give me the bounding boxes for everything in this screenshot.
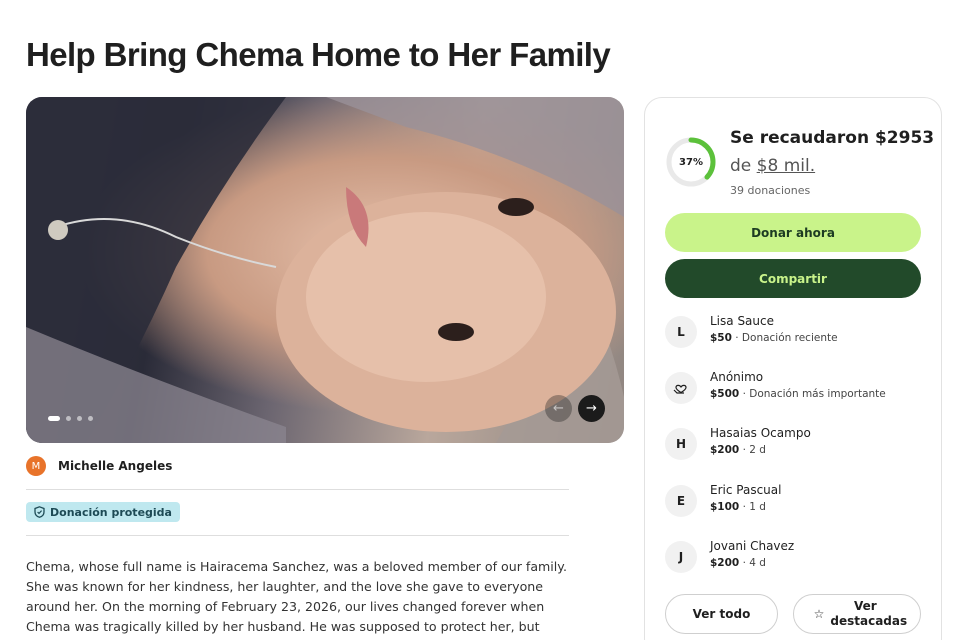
carousel-dots <box>48 416 93 421</box>
donor-note: · Donación reciente <box>731 332 838 344</box>
donor-name: Jovani Chavez <box>710 539 795 553</box>
shield-icon <box>34 506 45 518</box>
goal-prefix: de <box>730 156 752 176</box>
protected-donation-badge[interactable]: Donación protegida <box>26 502 180 522</box>
divider <box>26 535 569 536</box>
arrow-left-icon: ← <box>553 401 564 416</box>
donor-item: L Lisa Sauce $50 · Donación reciente <box>665 314 921 354</box>
carousel-prev-button[interactable]: ← <box>545 395 572 422</box>
donor-avatar: J <box>665 541 697 573</box>
donor-avatar <box>665 372 697 404</box>
see-all-button[interactable]: Ver todo <box>665 594 778 634</box>
share-button[interactable]: Compartir <box>665 259 921 298</box>
donor-meta: $500 · Donación más importante <box>710 388 886 400</box>
campaign-photo-carousel[interactable]: ← → <box>26 97 624 443</box>
organizer[interactable]: M Michelle Angeles <box>26 456 172 476</box>
donation-card: 37% Se recaudaron $2953 de $8 mil. 39 do… <box>644 97 942 640</box>
donor-avatar: E <box>665 485 697 517</box>
donor-amount: $200 <box>710 444 740 456</box>
carousel-dot[interactable] <box>66 416 71 421</box>
donor-amount: $200 <box>710 557 740 569</box>
campaign-photo <box>26 97 624 443</box>
donor-name: Hasaias Ocampo <box>710 426 811 440</box>
donor-item: H Hasaias Ocampo $200 · 2 d <box>665 426 921 466</box>
heart-hand-icon <box>673 384 687 394</box>
donor-avatar: H <box>665 428 697 460</box>
campaign-title: Help Bring Chema Home to Her Family <box>26 36 611 73</box>
donor-amount: $500 <box>710 388 740 400</box>
donor-item: J Jovani Chavez $200 · 4 d <box>665 539 921 579</box>
star-icon: ☆ <box>813 606 825 621</box>
donor-amount: $100 <box>710 501 740 513</box>
donor-meta: $200 · 4 d <box>710 557 766 569</box>
carousel-next-button[interactable]: → <box>578 395 605 422</box>
donor-item: Anónimo $500 · Donación más importante <box>665 370 921 410</box>
donor-amount: $50 <box>710 332 732 344</box>
donor-name: Lisa Sauce <box>710 314 774 328</box>
donate-now-button[interactable]: Donar ahora <box>665 213 921 252</box>
donor-note: · 1 d <box>739 501 766 513</box>
donor-meta: $200 · 2 d <box>710 444 766 456</box>
carousel-dot-active[interactable] <box>48 416 60 421</box>
divider <box>26 489 569 490</box>
protected-donation-label: Donación protegida <box>50 505 172 519</box>
donor-note: · 4 d <box>739 557 766 569</box>
progress-percent: 37% <box>679 156 703 168</box>
donor-meta: $100 · 1 d <box>710 501 766 513</box>
goal-value: $8 mil. <box>756 156 816 176</box>
donor-name: Eric Pascual <box>710 483 782 497</box>
goal-amount: de $8 mil. <box>730 156 815 176</box>
donor-meta: $50 · Donación reciente <box>710 332 838 344</box>
campaign-story: Chema, whose full name is Hairacema Sanc… <box>26 559 567 640</box>
see-top-label: Ver destacadas <box>830 599 908 628</box>
donor-note: · Donación más importante <box>739 388 886 400</box>
carousel-dot[interactable] <box>88 416 93 421</box>
see-top-donations-button[interactable]: ☆ Ver destacadas <box>793 594 921 634</box>
amount-raised: Se recaudaron $2953 <box>730 128 935 148</box>
organizer-name[interactable]: Michelle Angeles <box>58 459 172 473</box>
donor-avatar: L <box>665 316 697 348</box>
donor-name: Anónimo <box>710 370 764 384</box>
donation-count: 39 donaciones <box>730 184 811 197</box>
donor-item: E Eric Pascual $100 · 1 d <box>665 483 921 523</box>
progress-ring: 37% <box>665 136 717 188</box>
carousel-dot[interactable] <box>77 416 82 421</box>
arrow-right-icon: → <box>586 401 597 416</box>
organizer-avatar: M <box>26 456 46 476</box>
donor-note: · 2 d <box>739 444 766 456</box>
